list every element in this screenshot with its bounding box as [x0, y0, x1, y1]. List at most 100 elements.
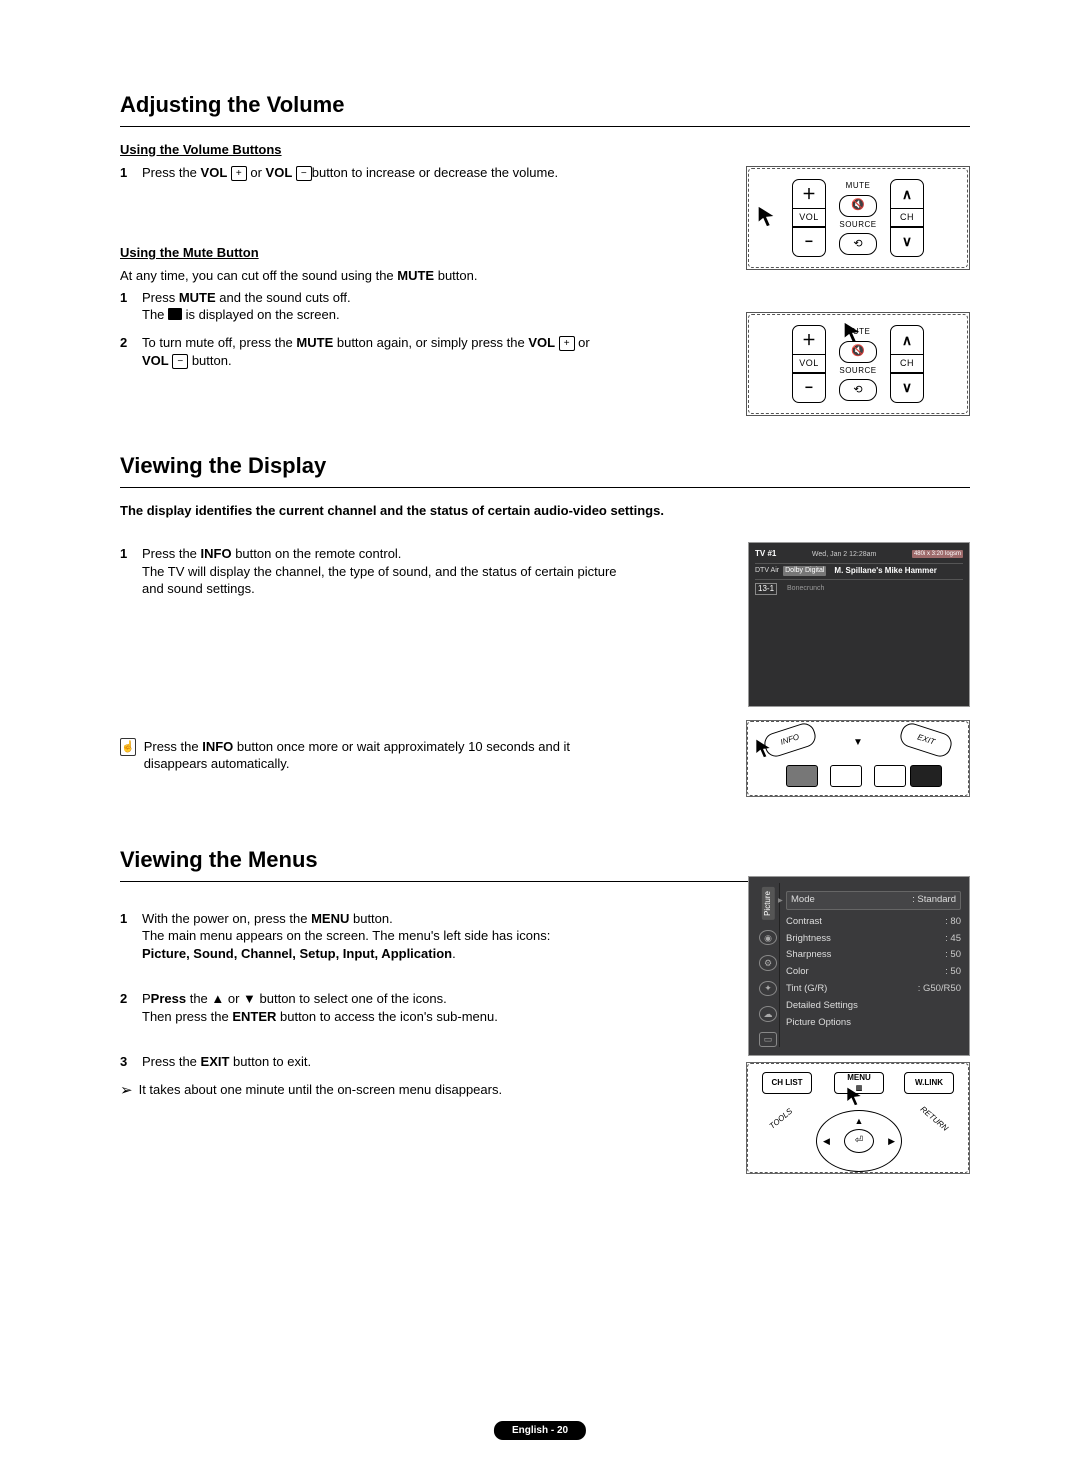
- vol-plus-key: +: [231, 166, 247, 181]
- tv-chip: 480i x 3:20 logsm: [912, 550, 963, 558]
- t: button on the remote control.: [232, 546, 402, 561]
- ch-down[interactable]: ∨: [891, 227, 923, 256]
- menu-row[interactable]: Brightness: 45: [786, 931, 961, 948]
- t: VOL: [142, 353, 169, 368]
- vol-minus-key: −: [296, 166, 312, 181]
- menu-row[interactable]: Picture Options: [786, 1015, 961, 1032]
- t: EXIT: [201, 1054, 230, 1069]
- t: Press: [142, 290, 179, 305]
- step-number: 2: [120, 990, 142, 1025]
- heading-volume: Adjusting the Volume: [120, 90, 970, 120]
- note-text: Press the INFO button once more or wait …: [144, 738, 630, 773]
- step: 2 To turn mute off, press the MUTE butto…: [120, 334, 630, 369]
- menu-icon[interactable]: ✦: [759, 981, 777, 996]
- t: button.: [188, 353, 231, 368]
- menu-row-selected[interactable]: Mode : Standard: [786, 891, 961, 910]
- t: Press the: [142, 1054, 201, 1069]
- t: button.: [349, 911, 392, 926]
- vol-label: VOL: [793, 354, 825, 372]
- mute-button[interactable]: 🔇: [839, 195, 877, 217]
- t: INFO: [779, 732, 801, 748]
- ch-rocker[interactable]: ∧ CH ∨: [890, 179, 924, 256]
- t: Press the: [142, 165, 201, 180]
- note: ☝ Press the INFO button once more or wai…: [120, 738, 630, 773]
- t: button to exit.: [229, 1054, 311, 1069]
- t: EXIT: [916, 732, 936, 748]
- color-button-white[interactable]: [874, 765, 906, 787]
- vol-down[interactable]: −: [793, 373, 825, 402]
- t: The: [142, 307, 168, 322]
- vol-up[interactable]: ＋: [793, 180, 825, 208]
- t: button.: [434, 268, 477, 283]
- note-icon: ☝: [120, 738, 136, 756]
- color-button-grey[interactable]: [786, 765, 818, 787]
- intro-bold: The display identifies the current chann…: [120, 502, 800, 520]
- step-number: 1: [120, 910, 142, 963]
- tools-label: TOOLS: [768, 1107, 796, 1133]
- ch-label: CH: [891, 354, 923, 372]
- step-text: With the power on, press the MENU button…: [142, 910, 630, 963]
- color-button-white[interactable]: [830, 765, 862, 787]
- remote-illustration-mute: ＋ VOL − MUTE 🔇 SOURCE ⟲ ∧ CH ∨: [746, 312, 970, 416]
- t: Mode: [791, 894, 815, 907]
- vol-plus-key: +: [559, 336, 575, 351]
- step-text: Press the EXIT button to exit.: [142, 1053, 630, 1071]
- vol-up[interactable]: ＋: [793, 326, 825, 354]
- exit-button[interactable]: EXIT: [898, 721, 955, 760]
- step: 1 Press MUTE and the sound cuts off. The…: [120, 289, 630, 324]
- t: To turn mute off, press the: [142, 335, 296, 350]
- chlist-button[interactable]: CH LIST: [762, 1072, 812, 1094]
- t: VOL: [528, 335, 555, 350]
- return-label: RETURN: [917, 1105, 949, 1135]
- tip: ➢ It takes about one minute until the on…: [120, 1081, 630, 1099]
- t: MUTE: [397, 268, 434, 283]
- heading-display: Viewing the Display: [120, 451, 970, 481]
- t: INFO: [201, 546, 232, 561]
- wlink-button[interactable]: W.LINK: [904, 1072, 954, 1094]
- mute-button[interactable]: 🔇: [839, 341, 877, 363]
- tv-show: M. Spillane's Mike Hammer: [834, 566, 936, 577]
- vol-down[interactable]: −: [793, 227, 825, 256]
- step-number: 1: [120, 164, 142, 182]
- menu-icon[interactable]: ◉: [759, 930, 777, 945]
- ch-up[interactable]: ∧: [891, 326, 923, 354]
- color-button-dark[interactable]: [910, 765, 942, 787]
- menu-row[interactable]: Color: 50: [786, 964, 961, 981]
- t: : Standard: [912, 894, 956, 907]
- step: 3 Press the EXIT button to exit.: [120, 1053, 630, 1071]
- dpad[interactable]: ▲ ◀ ▶ ⏎: [816, 1110, 900, 1170]
- t: Picture, Sound, Channel, Setup, Input, A…: [142, 946, 452, 961]
- source-button[interactable]: ⟲: [839, 233, 877, 255]
- menu-row[interactable]: Tint (G/R): G50/R50: [786, 981, 961, 998]
- remote-illustration-info: INFO EXIT ▼: [746, 720, 970, 797]
- remote-illustration-vol: ＋ VOL − MUTE 🔇 SOURCE ⟲ ∧ CH ∨: [746, 166, 970, 270]
- menu-row[interactable]: Sharpness: 50: [786, 947, 961, 964]
- source-button[interactable]: ⟲: [839, 379, 877, 401]
- step-number: 1: [120, 289, 142, 324]
- menu-icon[interactable]: ▭: [759, 1032, 777, 1047]
- vol-rocker[interactable]: ＋ VOL −: [792, 325, 826, 402]
- enter-button[interactable]: ⏎: [844, 1129, 874, 1153]
- menu-icon[interactable]: ☁: [759, 1006, 777, 1021]
- step-text: Press the INFO button on the remote cont…: [142, 545, 630, 598]
- tv-channel: 13-1: [755, 583, 777, 596]
- menu-row[interactable]: Contrast: 80: [786, 914, 961, 931]
- ch-up[interactable]: ∧: [891, 180, 923, 208]
- cursor-icon: [753, 738, 773, 758]
- t: ENTER: [232, 1009, 276, 1024]
- t: Press the: [144, 739, 203, 754]
- tv-subtitle: Bonecrunch: [787, 584, 824, 593]
- t: VOL: [266, 165, 293, 180]
- menu-row[interactable]: Detailed Settings: [786, 998, 961, 1015]
- menu-icon[interactable]: ⚙: [759, 955, 777, 970]
- mute-label: MUTE: [846, 181, 871, 192]
- tv-header: TV #1: [755, 549, 776, 560]
- ch-rocker[interactable]: ∧ CH ∨: [890, 325, 924, 402]
- ch-down[interactable]: ∨: [891, 373, 923, 402]
- vol-rocker[interactable]: ＋ VOL −: [792, 179, 826, 256]
- step: 1 Press the VOL + or VOL −button to incr…: [120, 164, 630, 182]
- t: With the power on, press the: [142, 911, 311, 926]
- t: or: [247, 165, 266, 180]
- source-label: SOURCE: [839, 220, 876, 231]
- t: VOL: [201, 165, 228, 180]
